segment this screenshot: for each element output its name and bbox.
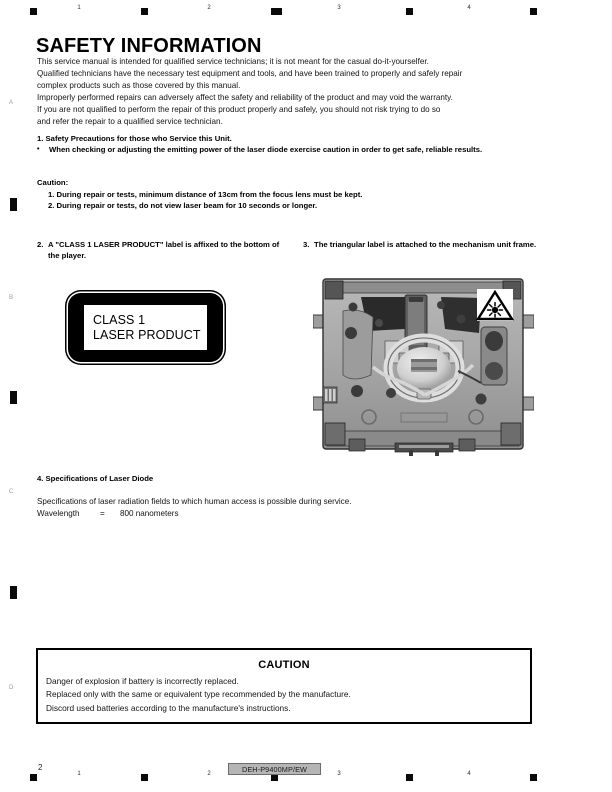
- reg-tick: [406, 8, 413, 15]
- reg-tick: [141, 774, 148, 781]
- reg-number-1: 1: [77, 771, 81, 777]
- wavelength-equals: =: [100, 509, 105, 519]
- intro-line: If you are not qualified to perform the …: [37, 105, 441, 115]
- reg-number-3: 3: [337, 771, 341, 777]
- intro-line: Qualified technicians have the necessary…: [37, 69, 463, 79]
- section-2-heading: 2. A "CLASS 1 LASER PRODUCT" label is af…: [37, 240, 292, 261]
- section-1-heading: 1. Safety Precautions for those who Serv…: [37, 134, 232, 143]
- caution-item: 1. During repair or tests, minimum dista…: [48, 190, 363, 199]
- reg-tick: [30, 774, 37, 781]
- margin-tick: [10, 198, 17, 211]
- margin-letter-c: C: [9, 489, 14, 495]
- battery-caution-box: CAUTION Danger of explosion if battery i…: [36, 648, 532, 724]
- caution-item: 2. During repair or tests, do not view l…: [48, 201, 318, 211]
- section-3-heading: 3. The triangular label is attached to t…: [303, 240, 558, 251]
- reg-tick: [141, 8, 148, 15]
- intro-line: complex products such as those covered b…: [37, 81, 241, 91]
- manual-page: 1 2 3 4 1 2 3 4 A B C D SAFETY INFORMATI…: [0, 0, 612, 792]
- laser-label-line-1: CLASS 1: [93, 313, 146, 327]
- intro-line: Improperly performed repairs can adverse…: [37, 93, 453, 103]
- intro-line: and refer the repair to a qualified serv…: [37, 117, 223, 127]
- reg-tick: [406, 774, 413, 781]
- mechanism-illustration: [313, 278, 534, 456]
- margin-tick: [10, 586, 17, 599]
- section-4-heading: 4. Specifications of Laser Diode: [37, 474, 154, 483]
- intro-paragraph: This service manual is intended for qual…: [37, 56, 612, 129]
- reg-number-3: 3: [337, 5, 341, 11]
- margin-tick: [10, 391, 17, 404]
- caution-box-lines: Danger of explosion if battery is incorr…: [38, 675, 530, 715]
- section-3-number: 3.: [303, 240, 310, 249]
- reg-number-4: 4: [467, 771, 471, 777]
- class-1-laser-product-label: CLASS 1 LASER PRODUCT: [68, 293, 223, 362]
- reg-tick: [271, 8, 282, 15]
- wavelength-label: Wavelength: [37, 509, 80, 519]
- bullet-marker-icon: •: [37, 146, 40, 153]
- margin-letter-a: A: [9, 100, 14, 106]
- section-3-text: The triangular label is attached to the …: [314, 240, 537, 249]
- margin-letter-b: B: [9, 295, 14, 301]
- margin-letter-d: D: [9, 685, 14, 691]
- laser-radiation-warning-icon: [475, 289, 515, 321]
- caution-box-line: Danger of explosion if battery is incorr…: [46, 676, 239, 686]
- page-number: 2: [38, 763, 43, 772]
- cd-mechanism-photo: [313, 271, 534, 457]
- laser-label-inner: CLASS 1 LASER PRODUCT: [84, 305, 207, 350]
- page-title: SAFETY INFORMATION: [36, 35, 262, 58]
- reg-tick: [530, 774, 537, 781]
- reg-tick: [530, 8, 537, 15]
- section-2-text: A "CLASS 1 LASER PRODUCT" label is affix…: [48, 240, 280, 260]
- section-2-number: 2.: [37, 240, 44, 249]
- reg-number-2: 2: [207, 771, 211, 777]
- intro-line: This service manual is intended for qual…: [37, 57, 429, 66]
- registration-marks-top: 1 2 3 4: [0, 5, 612, 20]
- section-1-bullet-text: When checking or adjusting the emitting …: [49, 145, 483, 154]
- reg-number-1: 1: [77, 5, 81, 11]
- wavelength-value: 800 nanometers: [120, 509, 179, 519]
- caution-label: Caution:: [37, 178, 69, 187]
- reg-number-4: 4: [467, 5, 471, 11]
- section-1-bullet: • When checking or adjusting the emittin…: [37, 145, 537, 156]
- reg-tick: [271, 774, 278, 781]
- wavelength-row: Wavelength = 800 nanometers: [37, 508, 351, 520]
- reg-number-2: 2: [207, 5, 211, 11]
- caution-box-line: Discord used batteries according to the …: [46, 702, 291, 713]
- caution-box-title: CAUTION: [258, 659, 310, 671]
- section-4-body: Specifications of laser radiation fields…: [37, 496, 351, 521]
- section-4-description: Specifications of laser radiation fields…: [37, 497, 352, 506]
- reg-tick: [30, 8, 37, 15]
- laser-label-line-2: LASER PRODUCT: [93, 327, 201, 342]
- caution-item-list: 1. During repair or tests, minimum dista…: [48, 189, 362, 212]
- model-number-box: DEH-P9400MP/EW: [228, 763, 321, 775]
- caution-box-line: Replaced only with the same or equivalen…: [46, 689, 351, 700]
